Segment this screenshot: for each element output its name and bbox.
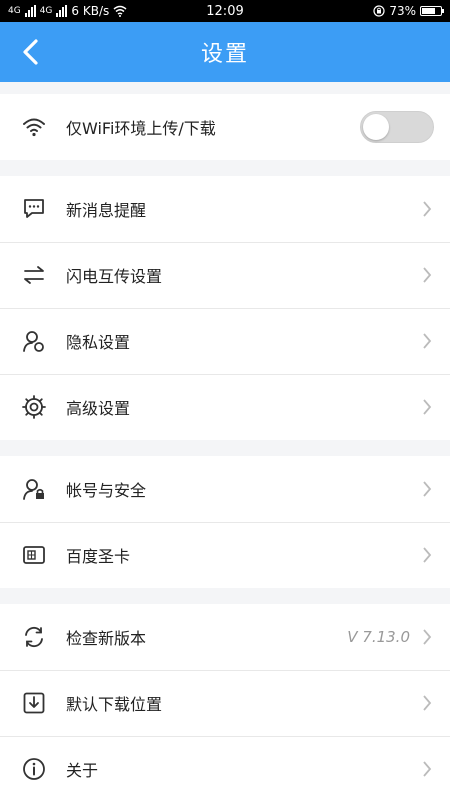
rotation-lock-icon [373, 5, 385, 17]
chevron-right-icon [420, 627, 434, 647]
chevron-right-icon [420, 199, 434, 219]
privacy-user-icon [20, 327, 48, 355]
settings-group-general: 新消息提醒 闪电互传设置 隐私设置 高级设置 [0, 176, 450, 440]
privacy-settings-row[interactable]: 隐私设置 [0, 308, 450, 374]
privacy-settings-label: 隐私设置 [66, 333, 131, 352]
battery-fill [422, 8, 435, 14]
group-divider [0, 440, 450, 456]
wifi-icon [113, 5, 127, 17]
advanced-settings-row[interactable]: 高级设置 [0, 374, 450, 440]
settings-group-account: 帐号与安全 百度圣卡 [0, 456, 450, 588]
back-arrow-icon [23, 39, 38, 65]
toggle-knob [363, 114, 389, 140]
check-update-row[interactable]: 检查新版本 V 7.13.0 [0, 604, 450, 670]
new-message-reminder-row[interactable]: 新消息提醒 [0, 176, 450, 242]
battery-icon [420, 6, 444, 16]
version-value: V 7.13.0 [347, 628, 410, 646]
carrier-label-2: 4G [39, 6, 53, 16]
back-button[interactable] [10, 32, 50, 72]
signal-icon [24, 5, 36, 17]
wifi-only-toggle[interactable] [360, 111, 434, 143]
clock: 12:09 [206, 3, 244, 19]
chevron-right-icon [420, 265, 434, 285]
chevron-right-icon [420, 331, 434, 351]
chevron-right-icon [420, 479, 434, 499]
top-spacer [0, 82, 450, 94]
status-bar-left: 4G 4G 6 KB/s [8, 4, 178, 18]
chevron-right-icon [420, 693, 434, 713]
transfer-arrows-icon [20, 261, 48, 289]
chevron-right-icon [420, 759, 434, 779]
settings-group-network: 仅WiFi环境上传/下载 [0, 94, 450, 160]
status-bar: 4G 4G 6 KB/s 12:09 73% [0, 0, 450, 22]
wifi-icon [20, 113, 48, 141]
group-divider [0, 160, 450, 176]
refresh-icon [20, 623, 48, 651]
wifi-only-label: 仅WiFi环境上传/下载 [66, 119, 216, 138]
baidu-sim-card-label: 百度圣卡 [66, 547, 131, 566]
page-title: 设置 [200, 42, 249, 67]
status-bar-right: 73% [272, 4, 444, 18]
account-security-row[interactable]: 帐号与安全 [0, 456, 450, 522]
settings-list: 仅WiFi环境上传/下载 新消息提醒 闪电互传设置 隐私设置 高级设置 帐号与安… [0, 82, 450, 802]
account-security-label: 帐号与安全 [66, 481, 147, 500]
chevron-right-icon [420, 397, 434, 417]
account-lock-icon [20, 475, 48, 503]
about-label: 关于 [66, 761, 99, 780]
check-update-label: 检查新版本 [66, 629, 147, 648]
default-download-location-label: 默认下载位置 [66, 695, 163, 714]
battery-percent: 73% [389, 4, 416, 18]
info-icon [20, 755, 48, 783]
default-download-location-row[interactable]: 默认下载位置 [0, 670, 450, 736]
flash-transfer-settings-row[interactable]: 闪电互传设置 [0, 242, 450, 308]
baidu-sim-card-row[interactable]: 百度圣卡 [0, 522, 450, 588]
advanced-settings-label: 高级设置 [66, 399, 131, 418]
signal-icon-2 [56, 5, 68, 17]
settings-group-about: 检查新版本 V 7.13.0 默认下载位置 关于 [0, 604, 450, 802]
network-speed: 6 KB/s [71, 4, 110, 18]
download-icon [20, 689, 48, 717]
chevron-right-icon [420, 545, 434, 565]
gear-icon [20, 393, 48, 421]
flash-transfer-settings-label: 闪电互传设置 [66, 267, 163, 286]
wifi-only-row: 仅WiFi环境上传/下载 [0, 94, 450, 160]
about-row[interactable]: 关于 [0, 736, 450, 802]
sim-card-icon [20, 541, 48, 569]
group-divider [0, 588, 450, 604]
message-icon [20, 195, 48, 223]
carrier-label-1: 4G [8, 6, 21, 16]
new-message-reminder-label: 新消息提醒 [66, 201, 147, 220]
app-bar: 设置 [0, 22, 450, 82]
